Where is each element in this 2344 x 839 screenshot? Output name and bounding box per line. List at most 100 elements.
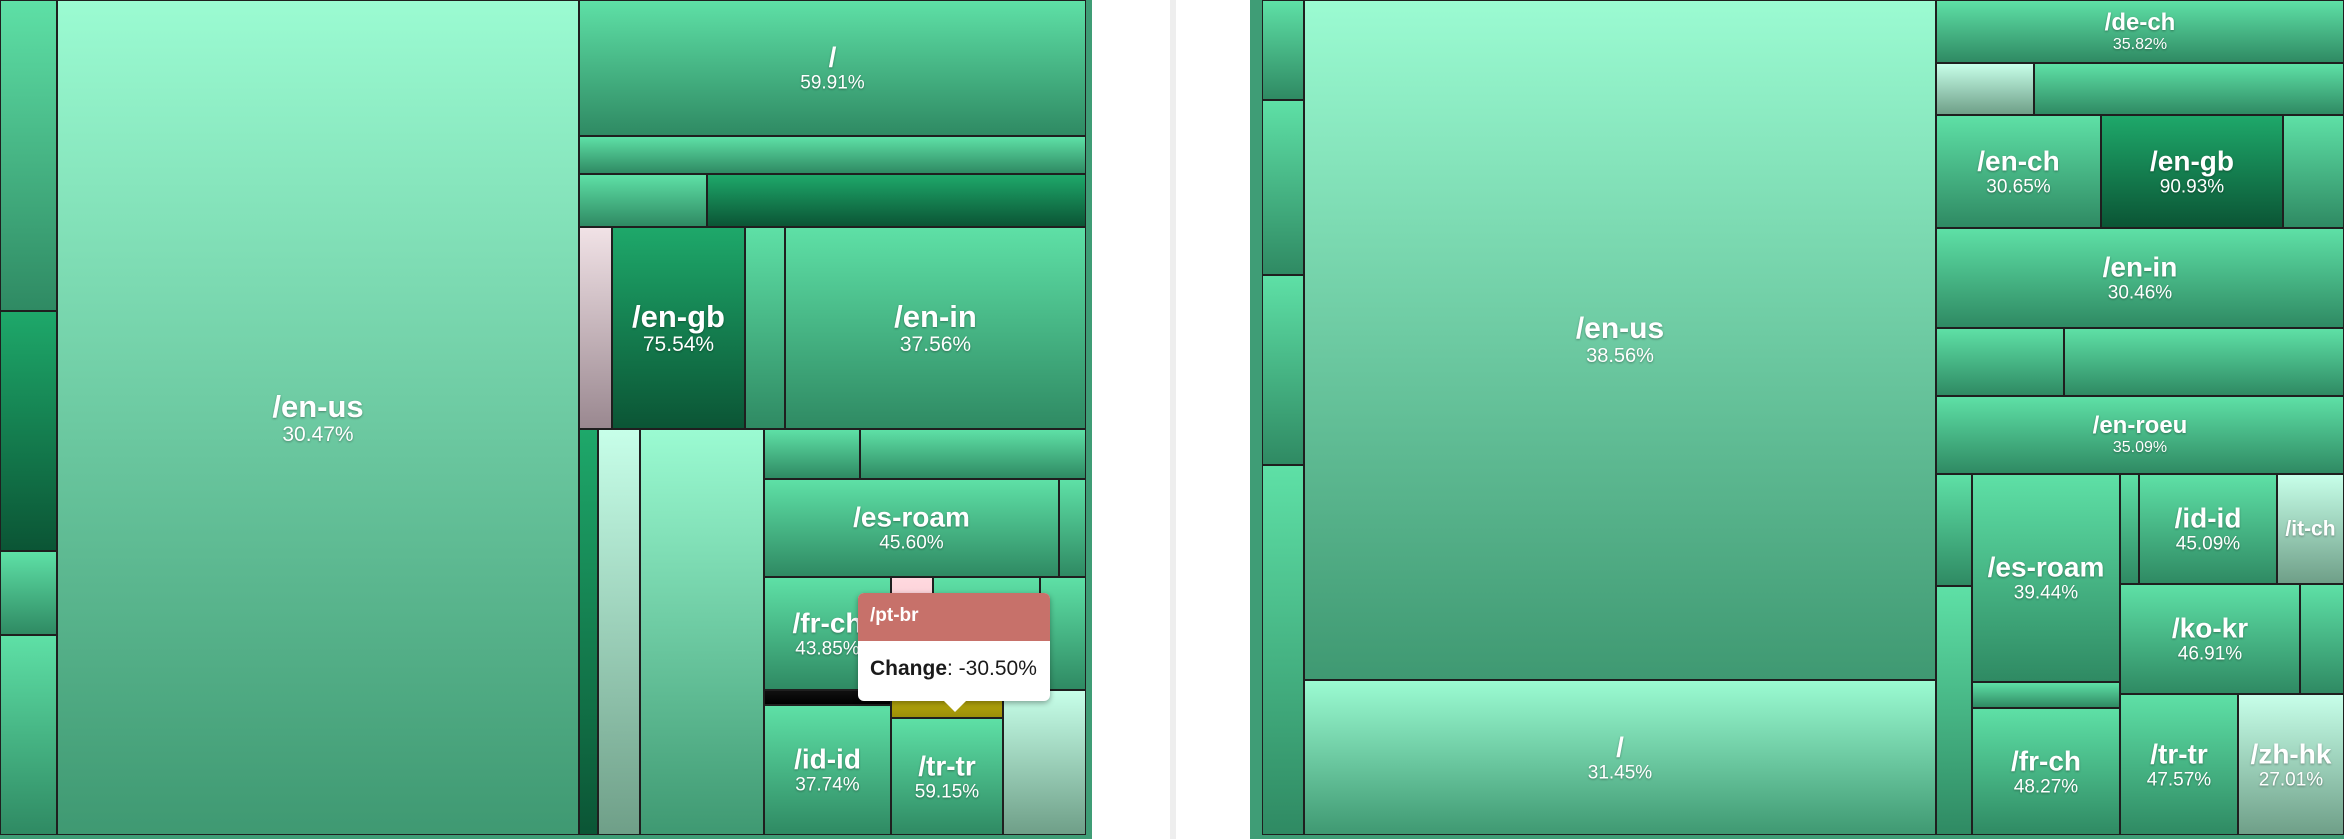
cell-label: /en-in 30.46% (1937, 253, 2343, 304)
treemap-cell-id-id[interactable]: /id-id 37.74% (764, 705, 891, 835)
treemap-cell-tr-tr[interactable]: /tr-tr 59.15% (891, 718, 1003, 835)
cell-percent: 59.91% (800, 72, 865, 94)
cell-percent: 30.46% (2107, 282, 2173, 304)
cell-name: / (1616, 731, 1624, 762)
cell-label: /en-gb 75.54% (613, 301, 744, 355)
treemap-cell-fr-ch[interactable]: /fr-ch 48.27% (1972, 708, 2120, 835)
treemap-cell-en-gb[interactable]: /en-gb 90.93% (2101, 115, 2283, 228)
cell-label: /en-in 37.56% (786, 301, 1085, 355)
treemap-cell[interactable] (579, 136, 1086, 174)
cell-label: /en-gb 90.93% (2102, 145, 2282, 197)
cell-percent: 90.93% (2159, 176, 2225, 197)
treemap-cell[interactable] (1262, 100, 1304, 275)
cell-percent: 38.56% (1586, 345, 1654, 367)
treemap-cell-id-id[interactable]: /id-id 45.09% (2139, 474, 2277, 584)
treemap-left: /en-us 30.47% /59.91% /en-gb 75.54% /en-in 37.… (0, 0, 1092, 839)
treemap-cell-en-roeu[interactable]: /en-roeu 35.09% (1936, 396, 2344, 474)
cell-percent: 75.54% (642, 333, 715, 356)
treemap-cell[interactable] (745, 227, 785, 429)
treemap-cell[interactable] (579, 429, 598, 835)
cell-name: /en-ch (1977, 145, 2060, 176)
treemap-cell[interactable] (2034, 63, 2344, 115)
cell-name: /es-roam (1987, 551, 2105, 583)
treemap-cell[interactable] (2064, 328, 2344, 396)
treemap-cell[interactable] (707, 174, 1086, 227)
treemap-cell-root[interactable]: /31.45% (1304, 680, 1936, 835)
cell-percent: 37.56% (899, 333, 972, 356)
treemap-cell-en-in[interactable]: /en-in 30.46% (1936, 228, 2344, 328)
cell-name: /id-id (794, 743, 861, 775)
treemap-cell[interactable] (2120, 474, 2139, 584)
cell-label: /en-us 30.47% (58, 391, 578, 445)
cell-percent: 30.65% (1986, 176, 2051, 197)
treemap-cell[interactable] (598, 429, 640, 835)
treemap-cell-en-gb[interactable]: /en-gb 75.54% (612, 227, 745, 429)
cell-name: /zh-hk (2250, 738, 2332, 769)
cell-label: /it-ch (2278, 519, 2343, 540)
cell-label: /es-roam 39.44% (1973, 551, 2119, 604)
treemap-cell[interactable] (579, 227, 612, 429)
cell-label: /id-id 37.74% (765, 743, 890, 795)
treemap-cell-en-us[interactable]: /en-us 38.56% (1304, 0, 1936, 680)
cell-name: /en-gb (2150, 145, 2234, 176)
treemap-cell[interactable] (1936, 474, 1972, 586)
treemap-cell[interactable] (0, 635, 57, 835)
treemap-cell[interactable] (640, 429, 764, 835)
tooltip-value: : -30.50% (947, 657, 1037, 680)
treemap-cell[interactable] (1936, 63, 2034, 115)
treemap-cell[interactable] (1059, 479, 1086, 577)
treemap-cell-root[interactable]: /59.91% (579, 0, 1086, 136)
cell-name: /id-id (2174, 502, 2242, 534)
treemap-cell-en-ch[interactable]: /en-ch 30.65% (1936, 115, 2101, 228)
treemap-cell-zh-hk[interactable]: /zh-hk 27.01% (2238, 694, 2344, 835)
treemap-cell[interactable] (1003, 690, 1086, 835)
cell-label: /en-us 38.56% (1305, 312, 1935, 367)
cell-percent: 39.44% (2013, 582, 2079, 604)
cell-percent: 35.82% (2112, 35, 2168, 53)
treemap-cell[interactable] (1262, 0, 1304, 100)
tooltip: /pt-br Change: -30.50% (858, 593, 1050, 712)
cell-label: /ko-kr 46.91% (2121, 614, 2299, 664)
treemap-cell[interactable] (0, 551, 57, 635)
cell-percent: 45.09% (2175, 533, 2241, 555)
treemap-cell[interactable] (579, 174, 707, 227)
treemap-cell-en-in[interactable]: /en-in 37.56% (785, 227, 1086, 429)
cell-name: /tr-tr (918, 750, 976, 781)
treemap-cell[interactable] (1262, 465, 1304, 835)
cell-label: /tr-tr 47.57% (2121, 740, 2237, 790)
cell-label: /fr-ch 48.27% (1973, 747, 2119, 797)
cell-label: /zh-hk 27.01% (2239, 738, 2343, 790)
treemap-cell[interactable] (2283, 115, 2344, 228)
treemap-cell-it-ch[interactable]: /it-ch (2277, 474, 2344, 584)
treemap-cell[interactable] (1262, 275, 1304, 465)
cell-name: /en-us (1575, 312, 1665, 345)
cell-name: /de-ch (2104, 8, 2176, 36)
tooltip-label: Change (870, 657, 948, 680)
cell-percent: 35.09% (2112, 439, 2168, 456)
treemap-cell[interactable] (764, 429, 860, 479)
treemap-cell-tr-tr[interactable]: /tr-tr 47.57% (2120, 694, 2238, 835)
cell-label: /59.91% (580, 41, 1085, 94)
treemap-cell-en-us[interactable]: /en-us 30.47% (57, 0, 579, 835)
cell-percent: 30.47% (282, 422, 354, 446)
treemap-cell[interactable] (0, 311, 57, 551)
cell-percent: 48.27% (2013, 776, 2079, 797)
cell-name: / (828, 41, 837, 73)
treemap-cell[interactable] (1936, 586, 1972, 835)
treemap-cell[interactable] (1972, 682, 2120, 708)
treemap-cell[interactable] (860, 429, 1086, 479)
treemap-cell-de-ch[interactable]: /de-ch 35.82% (1936, 0, 2344, 63)
treemap-cell-es-roam[interactable]: /es-roam 39.44% (1972, 474, 2120, 682)
tooltip-title: /pt-br (858, 593, 1050, 641)
tooltip-body: Change: -30.50% (858, 641, 1050, 697)
cell-percent: 27.01% (2258, 769, 2324, 790)
treemap-cell[interactable] (1936, 328, 2064, 396)
cell-label: /tr-tr 59.15% (892, 750, 1002, 802)
treemap-cell[interactable] (2300, 584, 2344, 694)
cell-name: /en-gb (632, 299, 725, 334)
treemap-cell-ko-kr[interactable]: /ko-kr 46.91% (2120, 584, 2300, 694)
cell-percent: 31.45% (1587, 762, 1653, 783)
treemap-cell-es-roam[interactable]: /es-roam 45.60% (764, 479, 1059, 577)
cell-percent: 45.60% (879, 532, 944, 554)
treemap-cell[interactable] (0, 0, 57, 311)
